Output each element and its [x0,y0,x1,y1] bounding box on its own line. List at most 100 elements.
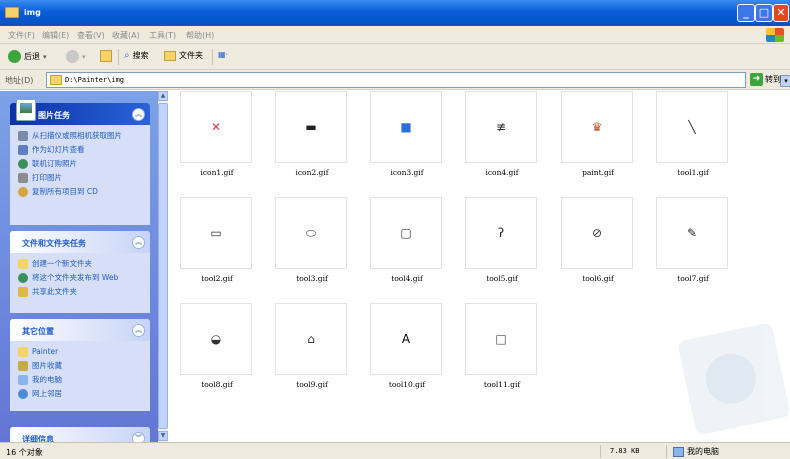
thumbnail-image-icon: ⌂ [307,332,315,346]
place-network[interactable]: 网上邻居 [18,389,144,399]
file-item[interactable]: ʔ tool5.gif [465,197,539,283]
file-name: tool2.gif [201,274,233,283]
file-name: tool11.gif [483,380,521,389]
computer-icon [18,375,28,385]
menu-tools[interactable]: 工具(T) [149,30,176,41]
file-tasks-header[interactable]: 文件和文件夹任务 ︽ [10,231,150,253]
file-item[interactable]: ⌂ tool9.gif [275,303,349,389]
task-label: 联机订购照片 [32,159,77,168]
file-name: tool3.gif [296,274,328,283]
thumbnail-image-icon: ▢ [400,226,412,240]
address-dropdown-icon[interactable]: ▾ [780,75,790,87]
status-size: 7.83 KB [610,447,640,455]
file-item[interactable]: ▬ icon2.gif [275,91,349,177]
place-my-pictures[interactable]: 图片收藏 [18,361,144,371]
scroll-up-icon[interactable]: ▲ [158,91,168,101]
address-bar: 地址(D) D:\Painter\img ▾ ➜ 转到 [0,70,790,90]
file-tasks-title: 文件和文件夹任务 [22,239,86,248]
place-my-computer[interactable]: 我的电脑 [18,375,144,385]
file-item[interactable]: ■ icon3.gif [370,91,444,177]
details-panel: 详细信息 ︾ [10,427,150,442]
file-item[interactable]: ▢ tool4.gif [370,197,444,283]
file-thumbnail: ╲ [656,91,728,163]
menu-edit[interactable]: 编辑(E) [42,30,69,41]
thumbnail-image-icon: ✕ [210,120,222,134]
forward-dropdown-icon: ▾ [82,52,86,61]
file-item[interactable]: ⊘ tool6.gif [561,197,635,283]
chevron-up-icon[interactable]: ︽ [132,236,145,249]
file-thumbnail: ⬭ [275,197,347,269]
task-print[interactable]: 打印图片 [18,173,144,183]
file-item[interactable]: ✎ tool7.gif [656,197,730,283]
back-button[interactable]: 后退 ▾ [8,50,47,63]
go-button[interactable]: ➜ 转到 [750,73,781,86]
file-name: tool6.gif [582,274,614,283]
file-thumbnail: ≢ [465,91,537,163]
details-header[interactable]: 详细信息 ︾ [10,427,150,442]
chevron-up-icon[interactable]: ︽ [132,324,145,337]
file-item[interactable]: ◒ tool8.gif [180,303,254,389]
folders-button[interactable]: 文件夹 [164,50,203,61]
file-item[interactable]: ≢ icon4.gif [465,91,539,177]
file-item[interactable]: ▭ tool2.gif [180,197,254,283]
minimize-button[interactable]: _ [737,4,755,22]
task-label: 从扫描仪或照相机获取图片 [32,131,122,140]
pictures-folder-icon [18,361,28,371]
picture-tasks-header[interactable]: 图片任务 ︽ [10,99,150,125]
computer-icon [673,446,684,457]
menu-help[interactable]: 帮助(H) [186,30,214,41]
task-copy-to-cd[interactable]: 复制所有项目到 CD [18,187,144,197]
thumbnail-image-icon: □ [495,332,507,346]
file-thumbnail: ▭ [180,197,252,269]
task-new-folder[interactable]: 创建一个新文件夹 [18,259,144,269]
thumbnail-image-icon: ≢ [495,120,507,134]
pictures-watermark-icon [677,322,790,436]
scroll-down-icon[interactable]: ▼ [158,431,168,441]
file-thumbnail: □ [465,303,537,375]
task-publish-web[interactable]: 将这个文件夹发布到 Web [18,273,144,283]
up-button[interactable] [100,50,112,62]
file-item[interactable]: Atool10.gif [370,303,444,389]
place-painter[interactable]: Painter [18,347,144,357]
file-item[interactable]: ♛ paint.gif [561,91,635,177]
file-name: tool5.gif [486,274,518,283]
file-item[interactable]: □ tool11.gif [465,303,539,389]
task-order-prints[interactable]: 联机订购照片 [18,159,144,169]
search-label: 搜索 [132,51,149,60]
place-label: 我的电脑 [32,375,62,384]
search-button[interactable]: ⌕ 搜索 [124,50,149,61]
file-item[interactable]: ⬭ tool3.gif [275,197,349,283]
forward-button[interactable]: ▾ [66,50,86,63]
status-location: 我的电脑 [673,446,719,457]
task-get-from-scanner[interactable]: 从扫描仪或照相机获取图片 [18,131,144,141]
maximize-button[interactable]: □ [755,4,773,22]
task-label: 作为幻灯片查看 [32,145,85,154]
window-title: img [24,8,41,17]
scrollbar-thumb[interactable] [158,103,168,429]
share-folder-icon [18,287,28,297]
other-places-title: 其它位置 [22,327,54,336]
chevron-up-icon[interactable]: ︽ [132,108,145,121]
slideshow-icon [18,145,28,155]
address-input[interactable]: D:\Painter\img ▾ [46,72,790,88]
thumbnail-image-icon: ◒ [210,332,222,346]
menu-file[interactable]: 文件(F) [8,30,35,41]
file-item[interactable]: ╲ tool1.gif [656,91,730,177]
file-item[interactable]: ✕ icon1.gif [180,91,254,177]
menu-favorites[interactable]: 收藏(A) [112,30,140,41]
task-pane-scrollbar[interactable]: ▲ ▼ [158,91,168,442]
task-slideshow[interactable]: 作为幻灯片查看 [18,145,144,155]
task-share-folder[interactable]: 共享此文件夹 [18,287,144,297]
other-places-header[interactable]: 其它位置 ︽ [10,319,150,341]
file-name: tool7.gif [677,274,709,283]
task-label: 复制所有项目到 CD [32,187,98,196]
thumbnail-image-icon: ▭ [210,226,222,240]
menu-view[interactable]: 查看(V) [77,30,105,41]
views-button[interactable]: ▦· [218,50,228,59]
globe-icon [18,159,28,169]
close-button[interactable]: ✕ [773,4,789,22]
folder-icon [50,75,62,85]
file-thumbnail: ♛ [561,91,633,163]
chevron-down-icon[interactable]: ︾ [132,432,145,442]
new-folder-icon [18,259,28,269]
